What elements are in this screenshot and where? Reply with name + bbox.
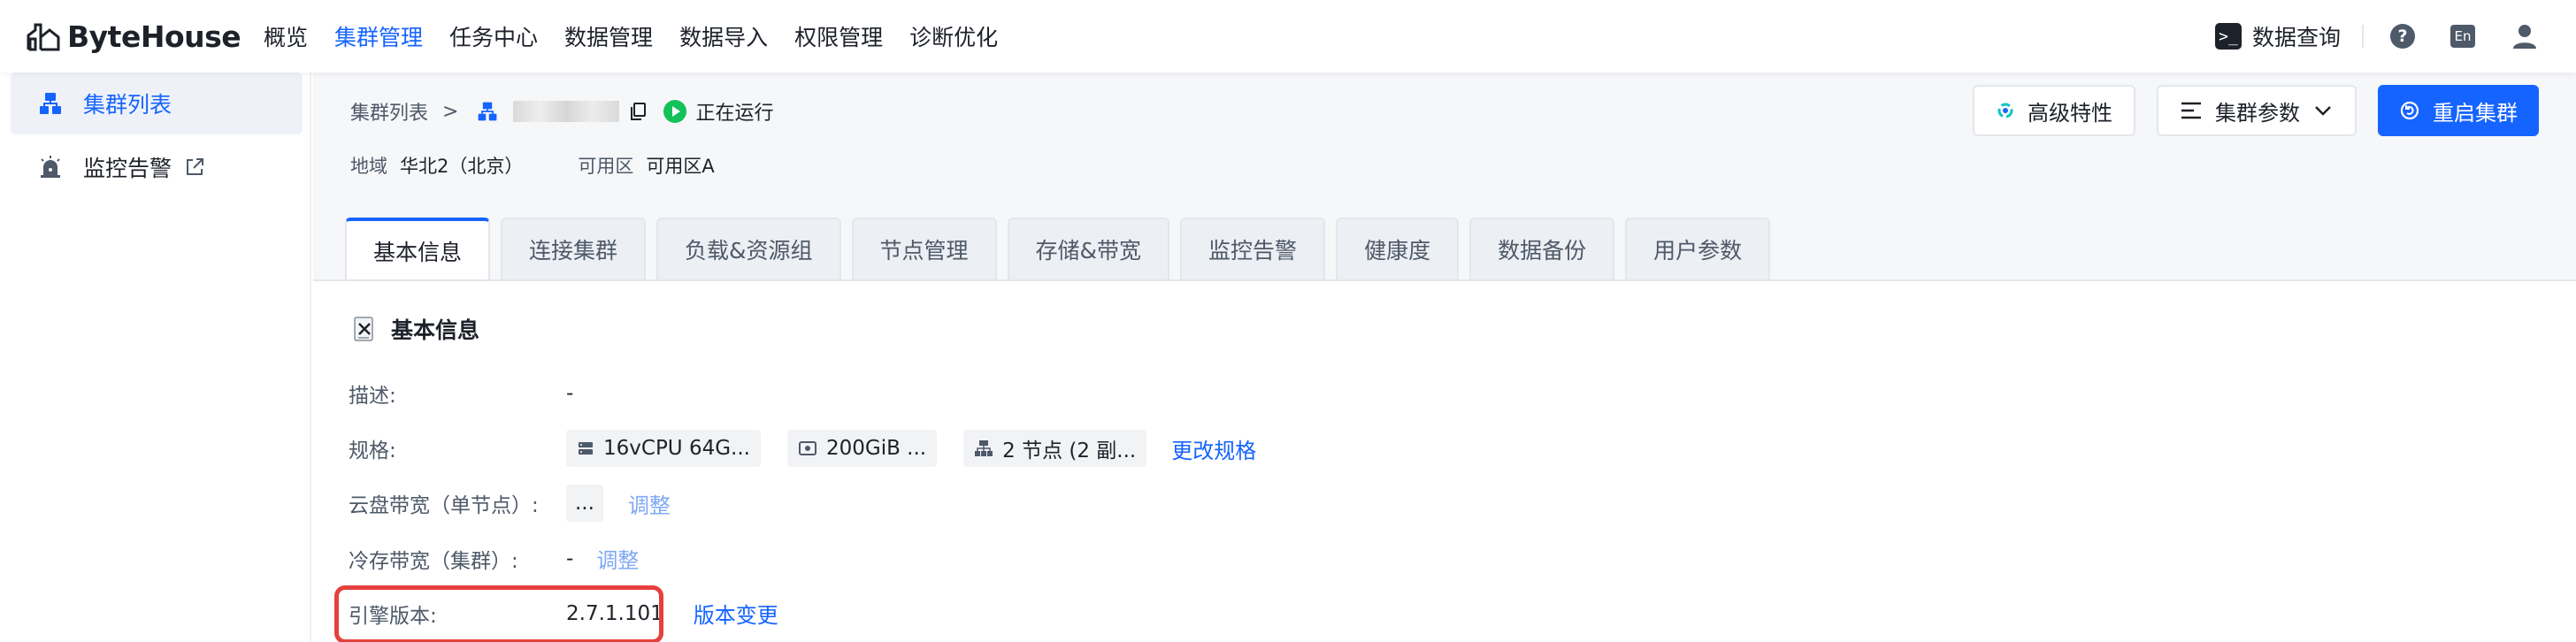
nav-item-cluster-management[interactable]: 集群管理	[334, 20, 423, 52]
tab-health[interactable]: 健康度	[1336, 218, 1460, 279]
bytehouse-logo-icon	[27, 23, 60, 51]
restart-cluster-label: 重启集群	[2433, 100, 2518, 126]
disk-icon	[798, 441, 816, 455]
cloud-bandwidth-value: ...	[566, 485, 603, 522]
nav-item-data-import[interactable]: 数据导入	[679, 20, 768, 52]
server-icon	[579, 442, 593, 455]
tab-basic-info[interactable]: 基本信息	[345, 218, 491, 281]
cold-bandwidth-adjust-link[interactable]: 调整	[596, 543, 639, 574]
sidebar-item-cluster-list[interactable]: 集群列表	[11, 73, 303, 134]
cold-bandwidth-value: -	[566, 546, 574, 570]
cloud-bandwidth-label: 云盘带宽（单节点）:	[349, 494, 539, 517]
tab-connect-cluster[interactable]: 连接集群	[501, 218, 647, 279]
spec-nodes-text: 2 节点 (2 副...	[1002, 439, 1137, 462]
zone-value: 可用区A	[646, 156, 715, 177]
cold-bandwidth-label: 冷存带宽（集群）:	[349, 549, 518, 573]
cluster-params-dropdown[interactable]: 集群参数	[2157, 85, 2357, 136]
nav-item-diagnosis-optimization[interactable]: 诊断优化	[909, 20, 998, 52]
spec-cpu-chip: 16vCPU 64G...	[566, 430, 761, 467]
nav-item-task-center[interactable]: 任务中心	[449, 20, 538, 52]
sidebar-item-label: 集群列表	[83, 92, 172, 118]
document-tools-icon	[354, 317, 373, 341]
tab-workload-resource-group[interactable]: 负载&资源组	[656, 218, 841, 279]
nav-item-permission-management[interactable]: 权限管理	[794, 20, 883, 52]
logo[interactable]: ByteHouse	[25, 18, 255, 55]
breadcrumb: 集群列表 > 正在运行	[350, 94, 773, 129]
region-value: 华北2（北京）	[400, 156, 524, 177]
cold-bandwidth-row: 冷存带宽（集群）: - 调整	[349, 543, 639, 574]
spec-label: 规格:	[349, 439, 396, 462]
spec-row: 规格: 16vCPU 64G... 200GiB ... 2 节点 (2 副..…	[349, 430, 1256, 467]
chevron-down-icon	[2315, 106, 2331, 116]
list-icon	[2181, 102, 2201, 119]
advanced-features-button[interactable]: 高级特性	[1973, 85, 2135, 136]
app-root: ByteHouse 概览 集群管理 任务中心 数据管理 数据导入 权限管理 诊断…	[0, 0, 2576, 642]
sidebar-item-monitoring-alarm[interactable]: 监控告警	[11, 136, 303, 198]
sidebar-item-label: 监控告警	[83, 156, 172, 181]
basic-info-panel: 基本信息 描述: - 规格: 16vCPU 64G... 200GiB ...	[313, 279, 2576, 642]
sidebar: 集群列表 监控告警	[0, 73, 311, 642]
tab-node-management[interactable]: 节点管理	[851, 218, 997, 279]
copy-icon[interactable]	[628, 102, 648, 121]
logo-text: ByteHouse	[67, 19, 242, 54]
nav-item-overview[interactable]: 概览	[264, 20, 308, 52]
divider	[2362, 25, 2364, 48]
restart-cluster-button[interactable]: 重启集群	[2378, 85, 2539, 136]
detail-tabs: 基本信息 连接集群 负载&资源组 节点管理 存储&带宽 监控告警 健康度 数据备…	[345, 218, 1781, 281]
terminal-icon: >_	[2214, 23, 2242, 50]
nav-item-data-management[interactable]: 数据管理	[564, 20, 653, 52]
section-title: 基本信息	[350, 313, 479, 345]
region-label: 地域	[350, 156, 387, 177]
spec-disk-chip: 200GiB ...	[786, 430, 938, 467]
description-label: 描述:	[349, 385, 396, 408]
zone-label: 可用区	[578, 156, 634, 177]
top-right-tools: >_ 数据查询 ? En	[2214, 0, 2576, 73]
advanced-features-label: 高级特性	[2028, 100, 2112, 126]
top-navigation-bar: ByteHouse 概览 集群管理 任务中心 数据管理 数据导入 权限管理 诊断…	[0, 0, 2576, 73]
restart-icon	[2400, 101, 2419, 120]
tab-monitoring-alarm[interactable]: 监控告警	[1180, 218, 1326, 279]
cloud-bandwidth-row: 云盘带宽（单节点）: ... 调整	[349, 485, 671, 522]
description-row: 描述: -	[349, 378, 573, 409]
spec-disk-text: 200GiB ...	[825, 437, 927, 460]
language-switch-icon[interactable]: En	[2450, 25, 2475, 48]
alarm-icon	[41, 156, 60, 178]
breadcrumb-separator: >	[442, 100, 459, 123]
cluster-params-label: 集群参数	[2215, 100, 2300, 126]
engine-version-highlight-box	[334, 585, 663, 642]
engine-version-change-link[interactable]: 版本变更	[694, 598, 778, 629]
header-actions: 高级特性 集群参数 重启集群	[1951, 85, 2539, 136]
data-query-label: 数据查询	[2251, 25, 2341, 50]
change-spec-link[interactable]: 更改规格	[1171, 433, 1256, 464]
breadcrumb-cluster-list[interactable]: 集群列表	[350, 97, 428, 126]
section-title-text: 基本信息	[391, 317, 480, 343]
cluster-icon	[40, 93, 61, 114]
cloud-bandwidth-adjust-link[interactable]: 调整	[628, 488, 671, 519]
user-avatar-icon[interactable]	[2511, 22, 2539, 50]
tab-storage-bandwidth[interactable]: 存储&带宽	[1007, 218, 1170, 279]
main-nav: 概览 集群管理 任务中心 数据管理 数据导入 权限管理 诊断优化	[264, 20, 1024, 52]
data-query-button[interactable]: >_ 数据查询	[2214, 20, 2341, 52]
tab-user-params[interactable]: 用户参数	[1625, 218, 1771, 279]
status-text: 正在运行	[695, 103, 774, 125]
advanced-features-icon	[1997, 103, 2013, 118]
node-tree-icon	[975, 440, 993, 456]
external-link-icon	[187, 158, 204, 175]
help-icon[interactable]: ?	[2390, 24, 2415, 49]
running-status-icon	[663, 100, 687, 123]
spec-cpu-text: 16vCPU 64G...	[603, 437, 750, 460]
region-info: 地域 华北2（北京） 可用区 可用区A	[350, 152, 770, 179]
description-value: -	[566, 382, 574, 405]
cluster-status: 正在运行	[663, 97, 773, 126]
tab-data-backup[interactable]: 数据备份	[1469, 218, 1615, 279]
cluster-name-redacted	[513, 101, 620, 122]
cluster-icon	[479, 102, 497, 121]
spec-nodes-chip: 2 节点 (2 副...	[963, 430, 1147, 467]
